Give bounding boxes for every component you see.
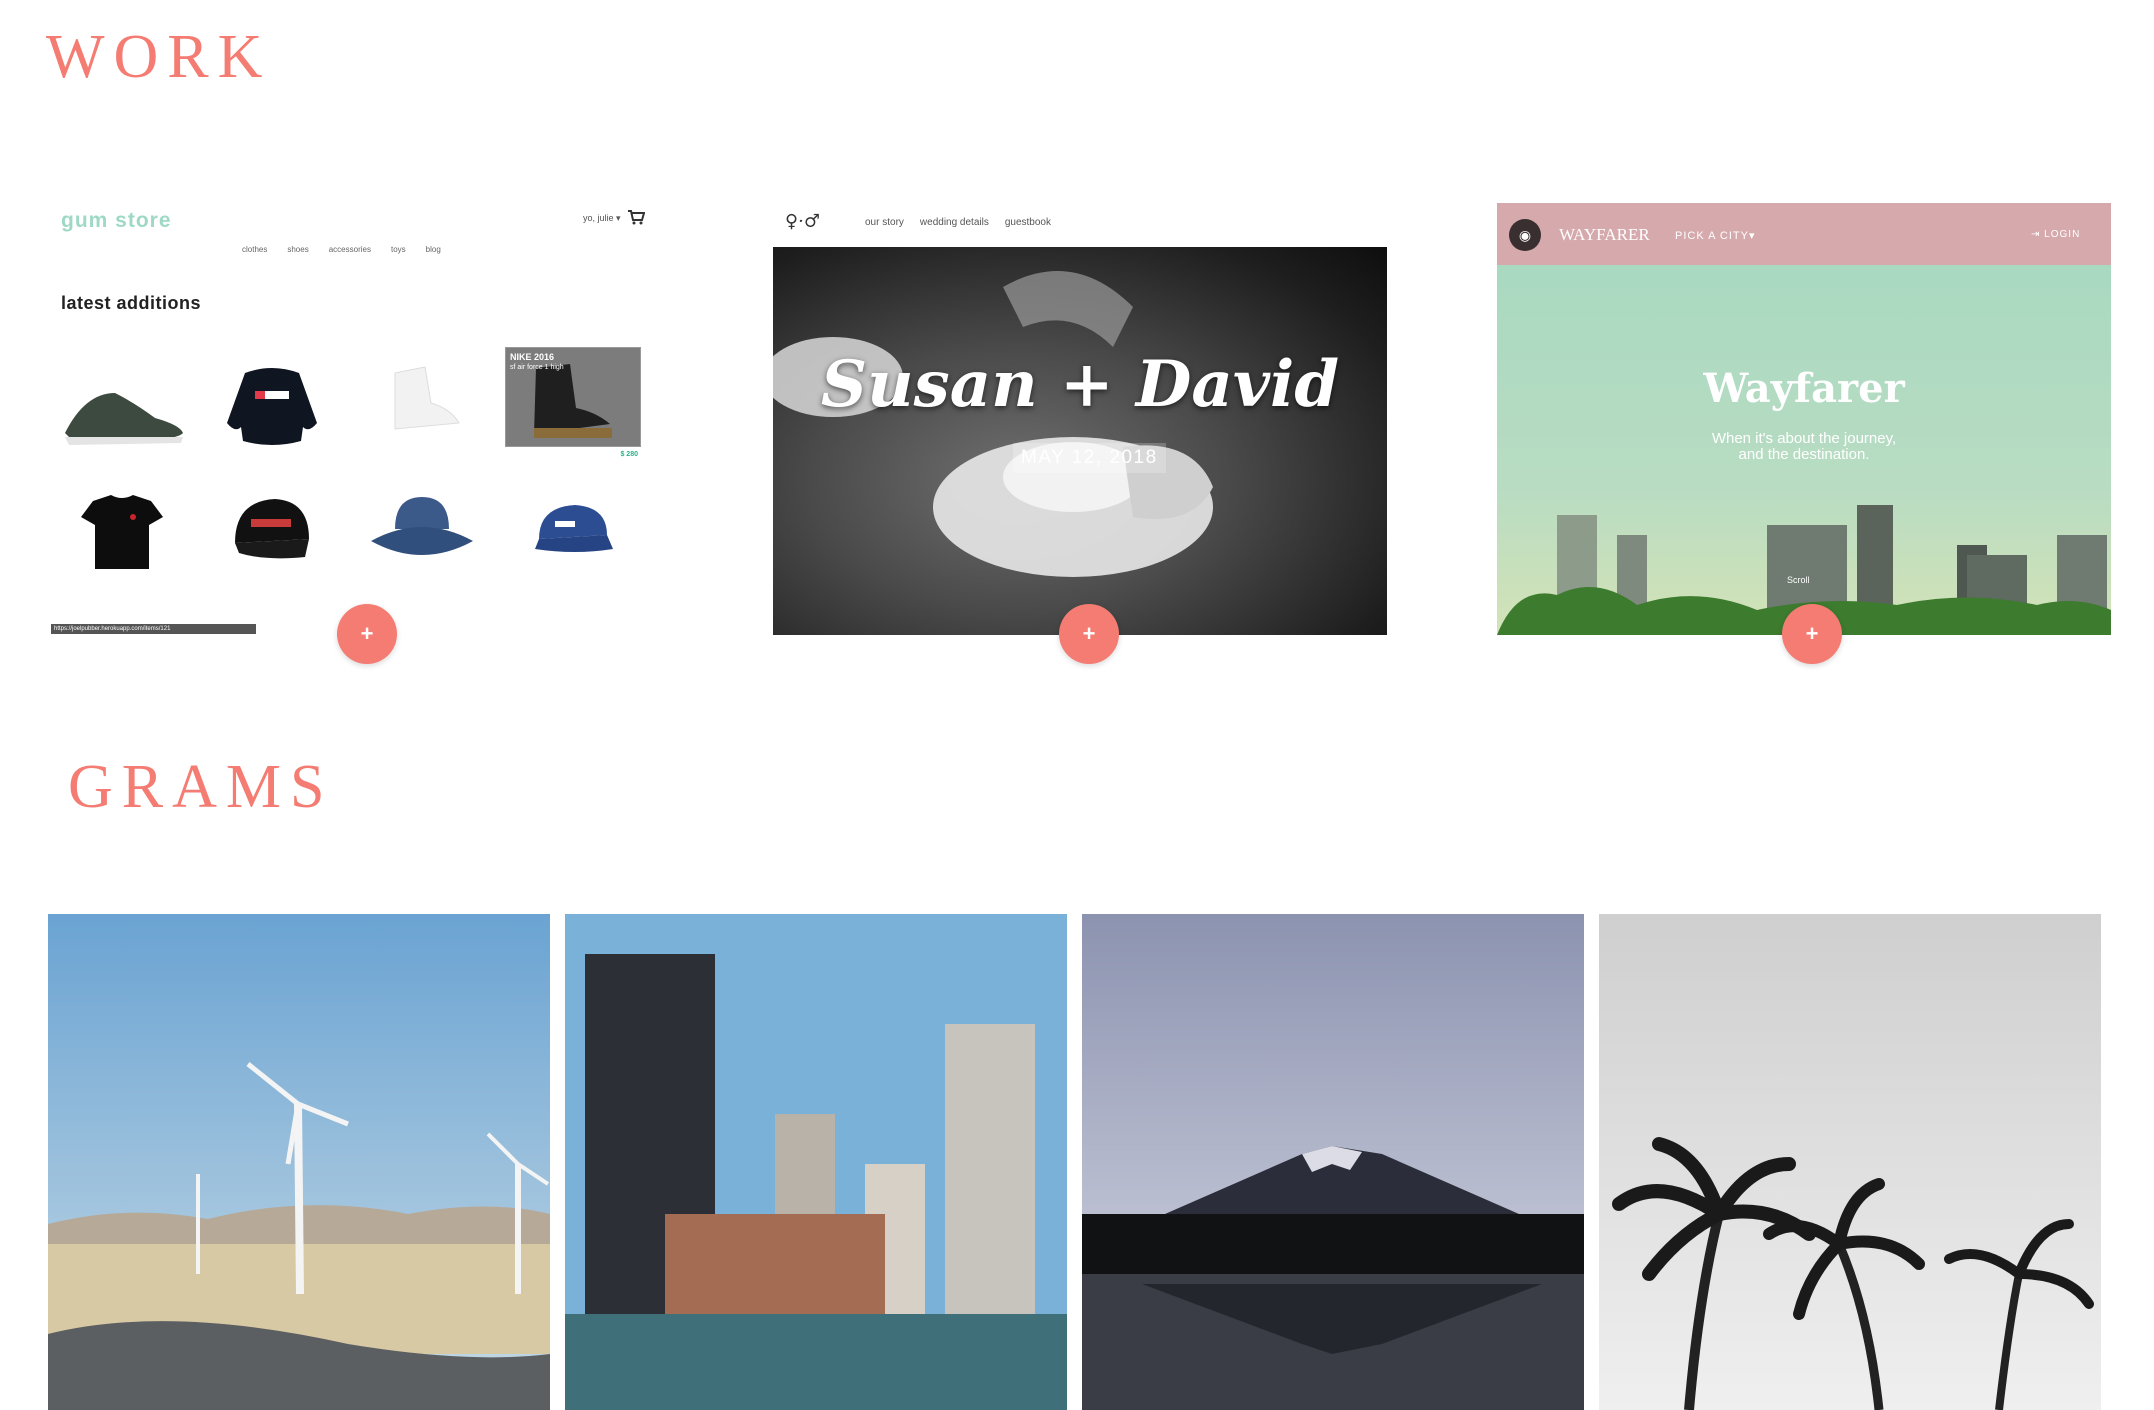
wayfarer-navbar: ◉ WAYFARER PICK A CITY▾ ⇥ LOGIN (1497, 203, 2111, 265)
gum-latest-heading: latest additions (61, 293, 202, 313)
hover-subtitle: sf air force 1 high (510, 364, 564, 371)
project-card-gum-store[interactable]: gum store yo, julie ▾ clothes shoes acce… (47, 203, 661, 635)
product-palace-sweater[interactable] (205, 353, 339, 451)
wedding-nav-our-story[interactable]: our story (865, 217, 904, 228)
wayfarer-logo-icon[interactable]: ◉ (1509, 219, 1541, 251)
gum-user-menu[interactable]: yo, julie ▾ (583, 213, 621, 224)
wedding-title: Susan + David (820, 347, 1340, 422)
product-black-tee[interactable] (55, 483, 189, 581)
project-card-wayfarer[interactable]: ◉ WAYFARER PICK A CITY▾ ⇥ LOGIN Wayfarer… (1497, 203, 2111, 635)
gum-nav-clothes[interactable]: clothes (242, 245, 267, 254)
expand-gum-store-button[interactable]: + (337, 604, 397, 664)
wayfarer-hero-image: Wayfarer When it's about the journey, an… (1497, 265, 2111, 635)
gum-user-label: yo, julie (583, 213, 614, 223)
status-url: https://joelpubber.herokuapp.com/items/1… (51, 624, 256, 634)
wedding-nav-details[interactable]: wedding details (920, 217, 989, 228)
wayfarer-subtitle-line2: and the destination. (1738, 446, 1870, 463)
wayfarer-login[interactable]: ⇥ LOGIN (2031, 229, 2080, 240)
wayfarer-scroll-hint[interactable]: Scroll (1787, 575, 1810, 585)
work-section-title: WORK (46, 23, 272, 91)
project-card-wedding[interactable]: ♀·♂ our story wedding details guestbook … (773, 203, 1387, 635)
wayfarer-title: Wayfarer (1703, 365, 1905, 412)
login-icon: ⇥ (2031, 229, 2045, 240)
gram-photo-palm-trees[interactable] (1599, 914, 2101, 1410)
gram-photo-wind-turbines[interactable] (48, 914, 550, 1410)
gum-nav-blog[interactable]: blog (426, 245, 441, 254)
product-denim-cap[interactable] (505, 483, 639, 581)
wedding-nav: our story wedding details guestbook (865, 217, 1051, 228)
gum-product-grid: NIKE 2016 sf air force 1 high $ 280 (55, 347, 655, 593)
product-nike-hover[interactable]: NIKE 2016 sf air force 1 high $ 280 (505, 347, 641, 458)
hover-title: NIKE 2016 (510, 352, 555, 362)
wayfarer-brand[interactable]: WAYFARER (1559, 225, 1650, 245)
grams-section-title: GRAMS (68, 753, 334, 821)
wayfarer-login-label: LOGIN (2044, 229, 2081, 240)
wayfarer-subtitle: When it's about the journey, and the des… (1497, 431, 2111, 463)
wedding-date: MAY 12, 2018 (1013, 443, 1166, 473)
gum-store-logo: gum store (61, 209, 172, 232)
gum-nav: clothes shoes accessories toys blog (242, 245, 441, 254)
gum-nav-toys[interactable]: toys (391, 245, 406, 254)
wayfarer-city-menu[interactable]: PICK A CITY▾ (1675, 229, 1756, 242)
product-black-cap[interactable] (205, 483, 339, 581)
wedding-nav-guestbook[interactable]: guestbook (1005, 217, 1051, 228)
gum-nav-shoes[interactable]: shoes (287, 245, 308, 254)
product-white-boot[interactable] (355, 353, 489, 451)
wayfarer-city-label: PICK A CITY (1675, 230, 1749, 242)
wayfarer-subtitle-line1: When it's about the journey, (1711, 430, 1897, 447)
wedding-hero-image: Susan + David MAY 12, 2018 (773, 247, 1387, 635)
hover-price: $ 280 (620, 451, 638, 458)
product-bucket-hat[interactable] (355, 483, 489, 581)
cart-icon[interactable] (627, 209, 646, 228)
gum-nav-accessories[interactable]: accessories (329, 245, 371, 254)
gram-photo-mountain-lake[interactable] (1082, 914, 1584, 1410)
product-sneaker[interactable] (55, 363, 189, 461)
expand-wedding-button[interactable]: + (1059, 604, 1119, 664)
expand-wayfarer-button[interactable]: + (1782, 604, 1842, 664)
wedding-logo-icon[interactable]: ♀·♂ (785, 211, 820, 232)
gram-photo-city-waterfront[interactable] (565, 914, 1067, 1410)
